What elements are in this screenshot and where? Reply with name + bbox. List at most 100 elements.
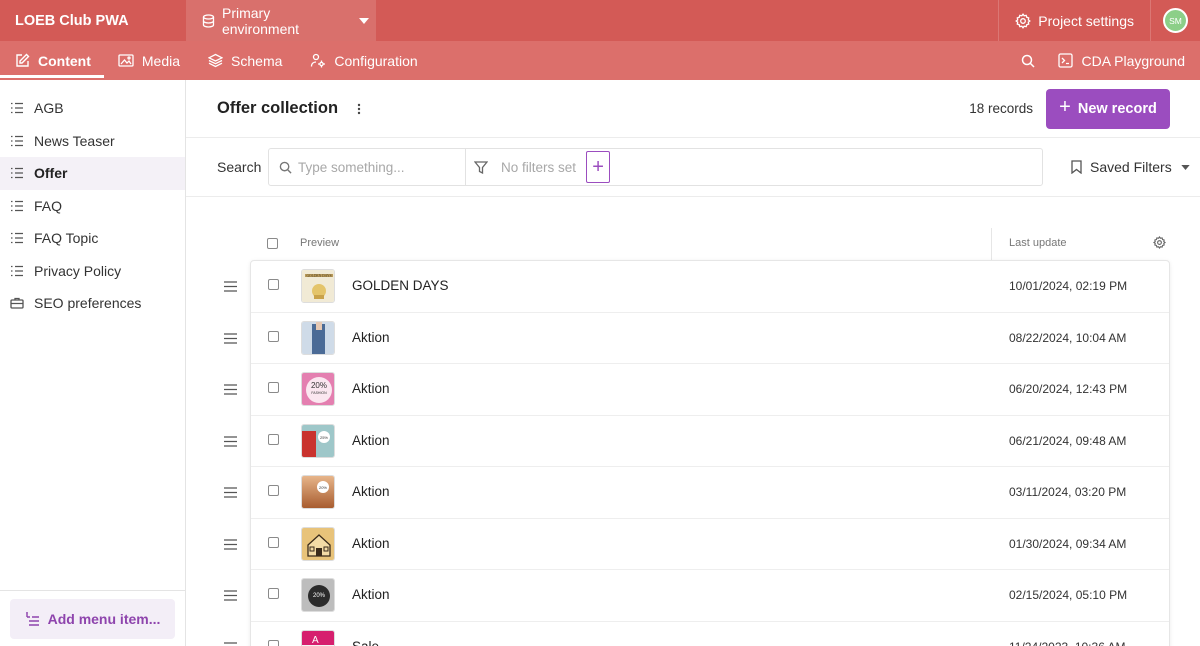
list-icon <box>11 168 23 179</box>
record-last-update: 01/30/2024, 09:34 AM <box>1009 536 1127 551</box>
drag-handle-icon <box>224 435 237 447</box>
drag-handle-icon <box>224 487 237 498</box>
record-title: Aktion <box>352 587 390 602</box>
new-record-button[interactable]: + New record <box>1046 88 1170 129</box>
svg-text:20%: 20% <box>319 485 327 490</box>
drag-handle-icon <box>224 590 237 601</box>
avatar-container: SM <box>1150 0 1200 41</box>
filter-section[interactable]: No filters set <box>466 149 576 185</box>
tab-content[interactable]: Content <box>0 41 104 80</box>
sidebar-item-news-teaser[interactable]: News Teaser <box>0 125 185 158</box>
drag-handle[interactable] <box>224 588 237 604</box>
column-settings-button[interactable] <box>1153 236 1166 252</box>
drag-handle[interactable] <box>224 382 237 398</box>
table-row[interactable]: GOLDEN DAYS GOLDEN DAYS 10/01/2024, 02:19 … <box>224 261 1169 313</box>
sidebar-item-agb[interactable]: AGB <box>0 92 185 125</box>
checkbox-box <box>267 238 278 249</box>
top-bar: LOEB Club PWA Primary environment Projec… <box>0 0 1200 41</box>
bookmark-icon <box>1071 160 1082 174</box>
checkbox-box <box>268 279 279 290</box>
add-filter-button[interactable]: + <box>586 151 611 183</box>
tab-schema[interactable]: Schema <box>194 41 296 80</box>
record-title: Aktion <box>352 381 390 396</box>
checkbox-box <box>268 433 279 445</box>
add-menu-item-button[interactable]: Add menu item... <box>10 599 175 639</box>
row-checkbox[interactable] <box>268 485 279 496</box>
record-last-update: 08/22/2024, 10:04 AM <box>1009 330 1127 345</box>
drag-handle-icon <box>224 281 237 292</box>
table-row[interactable]: Aktion 01/30/2024, 09:34 AM <box>224 519 1169 570</box>
tab-content-label: Content <box>38 52 91 69</box>
table-row[interactable]: 25% Aktion 06/21/2024, 09:48 AM <box>224 416 1169 467</box>
select-all-checkbox[interactable] <box>267 238 278 249</box>
row-checkbox[interactable] <box>268 433 279 445</box>
sidebar-footer: Add menu item... <box>0 590 185 646</box>
kebab-menu-icon <box>357 103 361 114</box>
terminal-icon <box>1058 53 1074 68</box>
search-input[interactable] <box>298 159 458 175</box>
checkbox-box <box>268 485 279 496</box>
sidebar-item-label: News Teaser <box>34 132 115 149</box>
row-checkbox[interactable] <box>268 382 279 393</box>
drag-handle-icon <box>224 332 237 344</box>
sidebar-item-seo-preferences[interactable]: SEO preferences <box>0 287 185 320</box>
sidebar-item-faq-topic[interactable]: FAQ Topic <box>0 222 185 255</box>
checkbox-box <box>268 588 279 599</box>
sidebar-item-label: Offer <box>34 165 68 182</box>
models-sidebar: AGB News Teaser Offer FAQ FAQ Topic Privacy P… <box>0 80 186 646</box>
svg-text:A: A <box>312 635 319 646</box>
record-title: Aktion <box>352 484 390 499</box>
sidebar-item-privacy-policy[interactable]: Privacy Policy <box>0 255 185 288</box>
drag-handle-icon <box>224 538 237 550</box>
plus-icon: + <box>1059 96 1071 118</box>
tab-configuration-label: Configuration <box>334 52 418 69</box>
drag-handle[interactable] <box>224 485 237 501</box>
sidebar-item-faq[interactable]: FAQ <box>0 190 185 223</box>
row-checkbox[interactable] <box>268 639 279 646</box>
row-checkbox[interactable] <box>268 279 279 290</box>
saved-filters-dropdown[interactable]: Saved Filters <box>1071 159 1190 175</box>
tab-media-label: Media <box>141 52 181 69</box>
row-checkbox[interactable] <box>268 588 279 599</box>
checkbox-box <box>268 639 279 646</box>
project-title[interactable]: LOEB Club PWA <box>0 0 186 41</box>
gear-icon <box>1153 236 1166 249</box>
table-row[interactable]: Aktion 08/22/2024, 10:04 AM <box>224 313 1169 364</box>
record-thumbnail: 20% FASHION <box>301 372 335 406</box>
cda-playground-button[interactable]: CDA Playground <box>1050 41 1200 80</box>
record-thumbnail <box>301 320 335 355</box>
filter-icon <box>474 160 488 174</box>
environment-label: Primary environment <box>221 4 300 37</box>
sidebar-item-offer[interactable]: Offer <box>0 157 185 190</box>
record-last-update: 06/21/2024, 09:48 AM <box>1009 433 1127 448</box>
search-filter-box: No filters set + <box>268 148 1043 186</box>
global-search-button[interactable] <box>1006 41 1050 80</box>
drag-handle[interactable] <box>224 640 237 646</box>
record-thumbnail: 25% <box>301 423 335 458</box>
more-options-button[interactable] <box>352 103 366 115</box>
tab-configuration[interactable]: Configuration <box>296 41 431 80</box>
sidebar-item-label: SEO preferences <box>34 295 142 312</box>
project-settings-button[interactable]: Project settings <box>998 0 1150 41</box>
tab-media[interactable]: Media <box>104 41 194 80</box>
record-thumbnail: 20% <box>301 475 335 509</box>
record-title: GOLDEN DAYS <box>352 278 449 293</box>
drag-handle[interactable] <box>224 434 237 450</box>
drag-handle[interactable] <box>224 279 237 295</box>
sidebar-item-label: AGB <box>34 100 64 117</box>
record-thumbnail: A <box>301 629 335 646</box>
row-checkbox[interactable] <box>268 536 279 548</box>
table-row[interactable]: 20% Aktion 02/15/2024, 05:10 PM <box>224 570 1169 622</box>
table-row[interactable]: 20% Aktion 03/11/2024, 03:20 PM <box>224 467 1169 519</box>
list-icon <box>11 103 23 114</box>
table-row[interactable]: 20% FASHION Aktion 06/20/2024, 12:43 PM <box>224 364 1169 416</box>
row-checkbox[interactable] <box>268 330 279 342</box>
environment-selector[interactable]: Primary environment <box>186 0 376 41</box>
briefcase-icon <box>10 298 24 309</box>
column-header-last-update[interactable]: Last update <box>1009 237 1067 249</box>
avatar[interactable]: SM <box>1163 8 1188 33</box>
list-icon <box>11 233 23 244</box>
drag-handle[interactable] <box>224 537 237 553</box>
table-row[interactable]: A Sale 11/24/2023, 10:36 AM <box>224 622 1169 646</box>
drag-handle[interactable] <box>224 331 237 347</box>
